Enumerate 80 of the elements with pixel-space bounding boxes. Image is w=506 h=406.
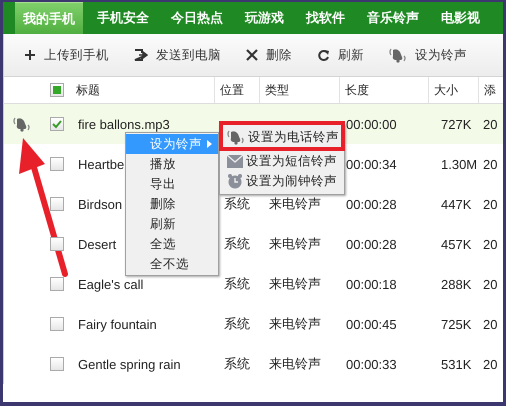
- menu-item[interactable]: 全选: [126, 234, 218, 254]
- table-cell: 来电铃声: [269, 356, 321, 371]
- table-cell: 20: [483, 356, 498, 372]
- row-checkbox[interactable]: [50, 197, 64, 211]
- select-all-checkbox[interactable]: [50, 83, 64, 97]
- table-cell: Desert: [78, 236, 116, 252]
- menu-item[interactable]: 播放: [126, 154, 218, 174]
- table-cell: 00:00:28: [346, 196, 397, 212]
- table-cell: 531K: [441, 356, 472, 372]
- column-header[interactable]: 长度: [345, 82, 369, 98]
- table-cell: 来电铃声: [269, 316, 321, 331]
- refresh-icon: [317, 48, 330, 62]
- table-cell: 系统: [224, 236, 250, 251]
- table-cell: 来电铃声: [269, 236, 321, 251]
- nav-tab[interactable]: 今日热点: [163, 2, 231, 34]
- toolbar-button[interactable]: 发送到电脑: [134, 46, 221, 64]
- table-cell: 20: [483, 316, 498, 332]
- column-header[interactable]: 标题: [76, 82, 100, 98]
- row-checkbox[interactable]: [50, 277, 64, 291]
- nav-tab[interactable]: 手机安全: [89, 2, 157, 34]
- ringtone-icon: [12, 116, 30, 132]
- menu-item[interactable]: 设置为短信铃声: [225, 151, 339, 171]
- table-cell: 00:00:34: [346, 156, 397, 172]
- envelope-icon: [227, 154, 243, 168]
- row-checkbox[interactable]: [50, 317, 64, 331]
- table-cell: Gentle spring rain: [78, 356, 181, 372]
- table-cell: fire ballons.mp3: [78, 116, 170, 132]
- cross-icon: [246, 49, 258, 61]
- plus-icon: [24, 49, 36, 61]
- toolbar-button[interactable]: 删除: [246, 46, 292, 64]
- table-cell: 725K: [441, 316, 472, 332]
- toolbar-button[interactable]: 刷新: [317, 46, 364, 64]
- column-header[interactable]: 位置: [220, 82, 244, 98]
- table-cell: 727K: [441, 116, 472, 132]
- table-cell: Fairy fountain: [78, 316, 157, 332]
- table-cell: 00:00:28: [346, 236, 397, 252]
- column-header[interactable]: 添: [484, 82, 496, 98]
- nav-tab[interactable]: 找软件: [298, 2, 353, 34]
- table-cell: 系统: [224, 316, 250, 331]
- table-row[interactable]: Gentle spring rain 系统 来电铃声 00:00:33 531K 20: [3, 344, 503, 384]
- table-cell: 系统: [224, 356, 250, 371]
- table-cell: 00:00:33: [346, 356, 397, 372]
- row-checkbox[interactable]: [50, 237, 64, 251]
- table-cell: 288K: [441, 276, 472, 292]
- table-cell: 20: [483, 116, 498, 132]
- table-cell: 20: [483, 236, 498, 252]
- column-header[interactable]: 类型: [265, 82, 289, 98]
- table-cell: 20: [483, 196, 498, 212]
- toolbar-button[interactable]: 设为铃声: [389, 46, 467, 64]
- nav-tab[interactable]: 音乐铃声: [359, 2, 427, 34]
- row-checkbox[interactable]: [50, 357, 64, 371]
- toolbar-button[interactable]: 上传到手机: [24, 46, 109, 64]
- menu-item[interactable]: 删除: [126, 194, 218, 214]
- menu-item[interactable]: 设置为电话铃声: [225, 127, 341, 147]
- table-cell: 00:00:45: [346, 316, 397, 332]
- nav-tab[interactable]: 玩游戏: [237, 2, 292, 34]
- column-header[interactable]: 大小: [434, 82, 458, 98]
- bell-icon: [389, 47, 407, 63]
- table-cell: 00:00:00: [346, 116, 397, 132]
- table-cell: Birdson: [78, 196, 122, 212]
- table-cell: Heartbe: [78, 156, 124, 172]
- export-icon: [134, 49, 148, 61]
- table-cell: 来电铃声: [269, 276, 321, 291]
- table-cell: 20: [483, 156, 498, 172]
- table-cell: 系统: [224, 276, 250, 291]
- table-cell: 20: [483, 276, 498, 292]
- clock-icon: [227, 173, 243, 189]
- table-cell: 00:00:18: [346, 276, 397, 292]
- table-cell: 1.30M: [441, 156, 478, 172]
- table-cell: 447K: [441, 196, 472, 212]
- row-checkbox[interactable]: [50, 117, 64, 131]
- table-cell: Eagle's call: [78, 276, 144, 292]
- table-cell: 来电铃声: [269, 196, 321, 211]
- submenu-arrow-icon: [207, 140, 212, 148]
- table-cell: 457K: [441, 236, 472, 252]
- row-checkbox[interactable]: [50, 157, 64, 171]
- nav-tab[interactable]: 电影视: [433, 2, 488, 34]
- table-cell: 系统: [224, 196, 250, 211]
- bell-icon: [227, 129, 245, 145]
- table-row[interactable]: Fairy fountain 系统 来电铃声 00:00:45 725K 20: [3, 304, 503, 344]
